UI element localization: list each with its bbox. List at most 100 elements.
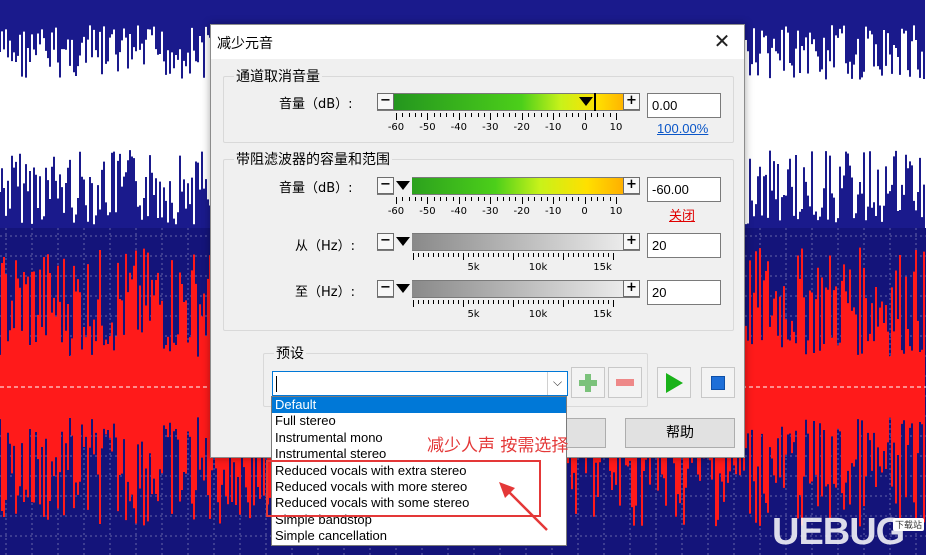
tick-label: -50: [419, 122, 436, 133]
increase-button[interactable]: +: [623, 233, 640, 250]
tick-mark: [613, 253, 614, 260]
tick-mark: [513, 300, 514, 307]
increase-button[interactable]: +: [623, 280, 640, 297]
tick-mark: [473, 300, 474, 304]
tick-mark: [578, 300, 579, 304]
tick-mark: [553, 253, 554, 257]
tick-mark: [446, 113, 448, 117]
volume-scale: -60 -50 -40 -30 -20 -10 0 10: [388, 197, 622, 221]
tick-mark: [528, 253, 529, 257]
tick-mark: [458, 253, 459, 257]
minus-icon: [616, 379, 634, 386]
tick-mark: [418, 253, 419, 257]
tick-mark: [490, 197, 492, 204]
tick-mark: [463, 300, 464, 307]
preset-option[interactable]: Full stereo: [272, 413, 566, 429]
tick-label: 5k: [467, 309, 480, 320]
tick-mark: [597, 197, 599, 201]
frequency-scale: 5k 10k 15k: [413, 253, 614, 277]
tick-mark: [597, 113, 599, 117]
tick-mark: [414, 113, 416, 117]
volume-input[interactable]: 0.00: [647, 93, 721, 118]
chevron-down-icon[interactable]: ⌵: [547, 372, 567, 395]
tick-mark: [515, 197, 517, 201]
group-title: 通道取消音量: [234, 66, 322, 86]
tick-mark: [523, 300, 524, 304]
volume-scale: -60 -50 -40 -30 -20 -10 0 10: [388, 113, 622, 137]
preset-combobox[interactable]: ⌵: [272, 371, 568, 396]
tick-mark: [448, 253, 449, 257]
tick-label: -20: [513, 206, 530, 217]
tick-label: 10: [609, 122, 623, 133]
tick-label: 10k: [528, 309, 548, 320]
help-button[interactable]: 帮助: [625, 418, 735, 448]
tick-mark: [421, 197, 423, 201]
tick-mark: [440, 113, 441, 117]
bandstop-volume-input[interactable]: -60.00: [647, 177, 721, 202]
decrease-button[interactable]: −: [377, 280, 394, 297]
tick-mark: [513, 253, 514, 260]
tick-mark: [484, 197, 485, 201]
tick-mark: [546, 197, 548, 201]
tick-mark: [598, 300, 599, 304]
to-frequency-slider[interactable]: − +: [377, 280, 640, 298]
tick-mark: [533, 300, 534, 304]
preset-option[interactable]: Default: [272, 397, 566, 414]
decrease-button[interactable]: −: [377, 233, 394, 250]
dialog-title: 减少元音: [217, 36, 273, 52]
off-link[interactable]: 关闭: [669, 205, 695, 224]
tick-mark: [493, 253, 494, 257]
add-preset-button[interactable]: [571, 367, 605, 398]
tick-mark: [572, 197, 573, 201]
decrease-button[interactable]: −: [377, 177, 394, 194]
from-frequency-slider[interactable]: − +: [377, 233, 640, 251]
tick-mark: [568, 300, 569, 304]
tick-mark: [433, 197, 435, 201]
volume-label: 音量（dB）:: [279, 97, 353, 112]
slider-thumb-icon[interactable]: [396, 284, 410, 293]
to-frequency-input[interactable]: 20: [647, 280, 721, 305]
tick-label: -30: [482, 206, 499, 217]
volume-percent-link[interactable]: 100.00%: [657, 121, 708, 136]
tick-mark: [478, 253, 479, 257]
tick-mark: [484, 113, 485, 117]
tick-mark: [471, 113, 473, 117]
tick-mark: [498, 300, 499, 304]
tick-mark: [413, 300, 414, 307]
tick-mark: [553, 300, 554, 304]
stop-button[interactable]: [701, 367, 735, 398]
tick-mark: [396, 197, 397, 204]
tick-mark: [603, 253, 604, 257]
increase-button[interactable]: +: [623, 93, 640, 110]
increase-button[interactable]: +: [623, 177, 640, 194]
bandstop-volume-slider[interactable]: − +: [377, 177, 640, 195]
tick-mark: [603, 300, 604, 304]
tick-mark: [428, 253, 429, 257]
play-button[interactable]: [657, 367, 691, 398]
tick-mark: [477, 113, 479, 117]
tick-mark: [568, 253, 569, 257]
tick-mark: [502, 197, 504, 201]
tick-mark: [558, 300, 559, 304]
tick-mark: [546, 113, 548, 117]
slider-thumb-icon[interactable]: [396, 181, 410, 190]
tick-mark: [463, 253, 464, 260]
remove-preset-button[interactable]: [608, 367, 642, 398]
tick-mark: [428, 300, 429, 304]
close-icon[interactable]: ✕: [700, 25, 744, 59]
slider-thumb-icon[interactable]: [579, 97, 593, 106]
tick-mark: [423, 253, 424, 257]
tick-mark: [543, 300, 544, 304]
slider-thumb-icon[interactable]: [396, 237, 410, 246]
tick-mark: [433, 300, 434, 304]
decrease-button[interactable]: −: [377, 93, 394, 110]
help-label: 帮助: [666, 425, 694, 441]
tick-mark: [396, 113, 397, 120]
tick-mark: [483, 300, 484, 304]
from-frequency-input[interactable]: 20: [647, 233, 721, 258]
tick-mark: [508, 253, 509, 257]
channel-volume-slider[interactable]: − +: [377, 93, 640, 111]
tick-mark: [609, 197, 611, 201]
tick-label: 15k: [593, 262, 612, 273]
tick-mark: [446, 197, 448, 201]
